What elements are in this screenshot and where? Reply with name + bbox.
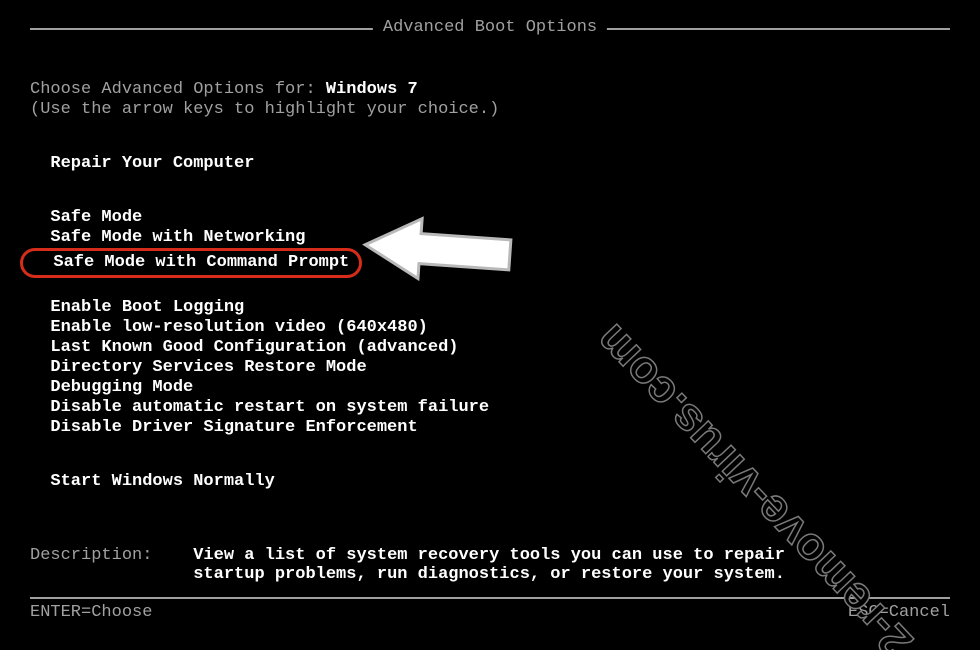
description-label: Description: (30, 546, 193, 584)
menu-debugging-mode[interactable]: Debugging Mode (30, 378, 193, 398)
menu-safe-mode[interactable]: Safe Mode (30, 208, 142, 228)
footer-bar: ENTER=Choose ESC=Cancel (30, 597, 950, 622)
boot-screen: Advanced Boot Options Choose Advanced Op… (0, 0, 980, 650)
menu-enable-boot-logging[interactable]: Enable Boot Logging (30, 298, 244, 318)
screen-title: Advanced Boot Options (373, 18, 607, 37)
description-line-2: startup problems, run diagnostics, or re… (193, 565, 785, 584)
menu-safe-mode-command-prompt[interactable]: Safe Mode with Command Prompt (20, 248, 362, 278)
menu-ds-restore-mode[interactable]: Directory Services Restore Mode (30, 358, 367, 378)
intro-line: Choose Advanced Options for: Windows 7 (30, 80, 950, 100)
hint-line: (Use the arrow keys to highlight your ch… (30, 100, 950, 120)
description-block: Description: View a list of system recov… (30, 546, 950, 584)
description-line-1: View a list of system recovery tools you… (193, 546, 785, 565)
intro-prefix: Choose Advanced Options for: (30, 80, 326, 99)
menu-disable-driver-sig[interactable]: Disable Driver Signature Enforcement (30, 418, 418, 438)
menu-repair-computer[interactable]: Repair Your Computer (30, 154, 254, 174)
menu-start-windows-normally[interactable]: Start Windows Normally (30, 472, 275, 492)
footer-esc: ESC=Cancel (848, 603, 950, 622)
footer-enter: ENTER=Choose (30, 603, 152, 622)
content-area: Choose Advanced Options for: Windows 7 (… (30, 80, 950, 584)
menu-low-res-video[interactable]: Enable low-resolution video (640x480) (30, 318, 428, 338)
os-name: Windows 7 (326, 80, 418, 99)
menu-safe-mode-networking[interactable]: Safe Mode with Networking (30, 228, 305, 248)
menu-last-known-good[interactable]: Last Known Good Configuration (advanced) (30, 338, 458, 358)
menu-disable-auto-restart[interactable]: Disable automatic restart on system fail… (30, 398, 489, 418)
